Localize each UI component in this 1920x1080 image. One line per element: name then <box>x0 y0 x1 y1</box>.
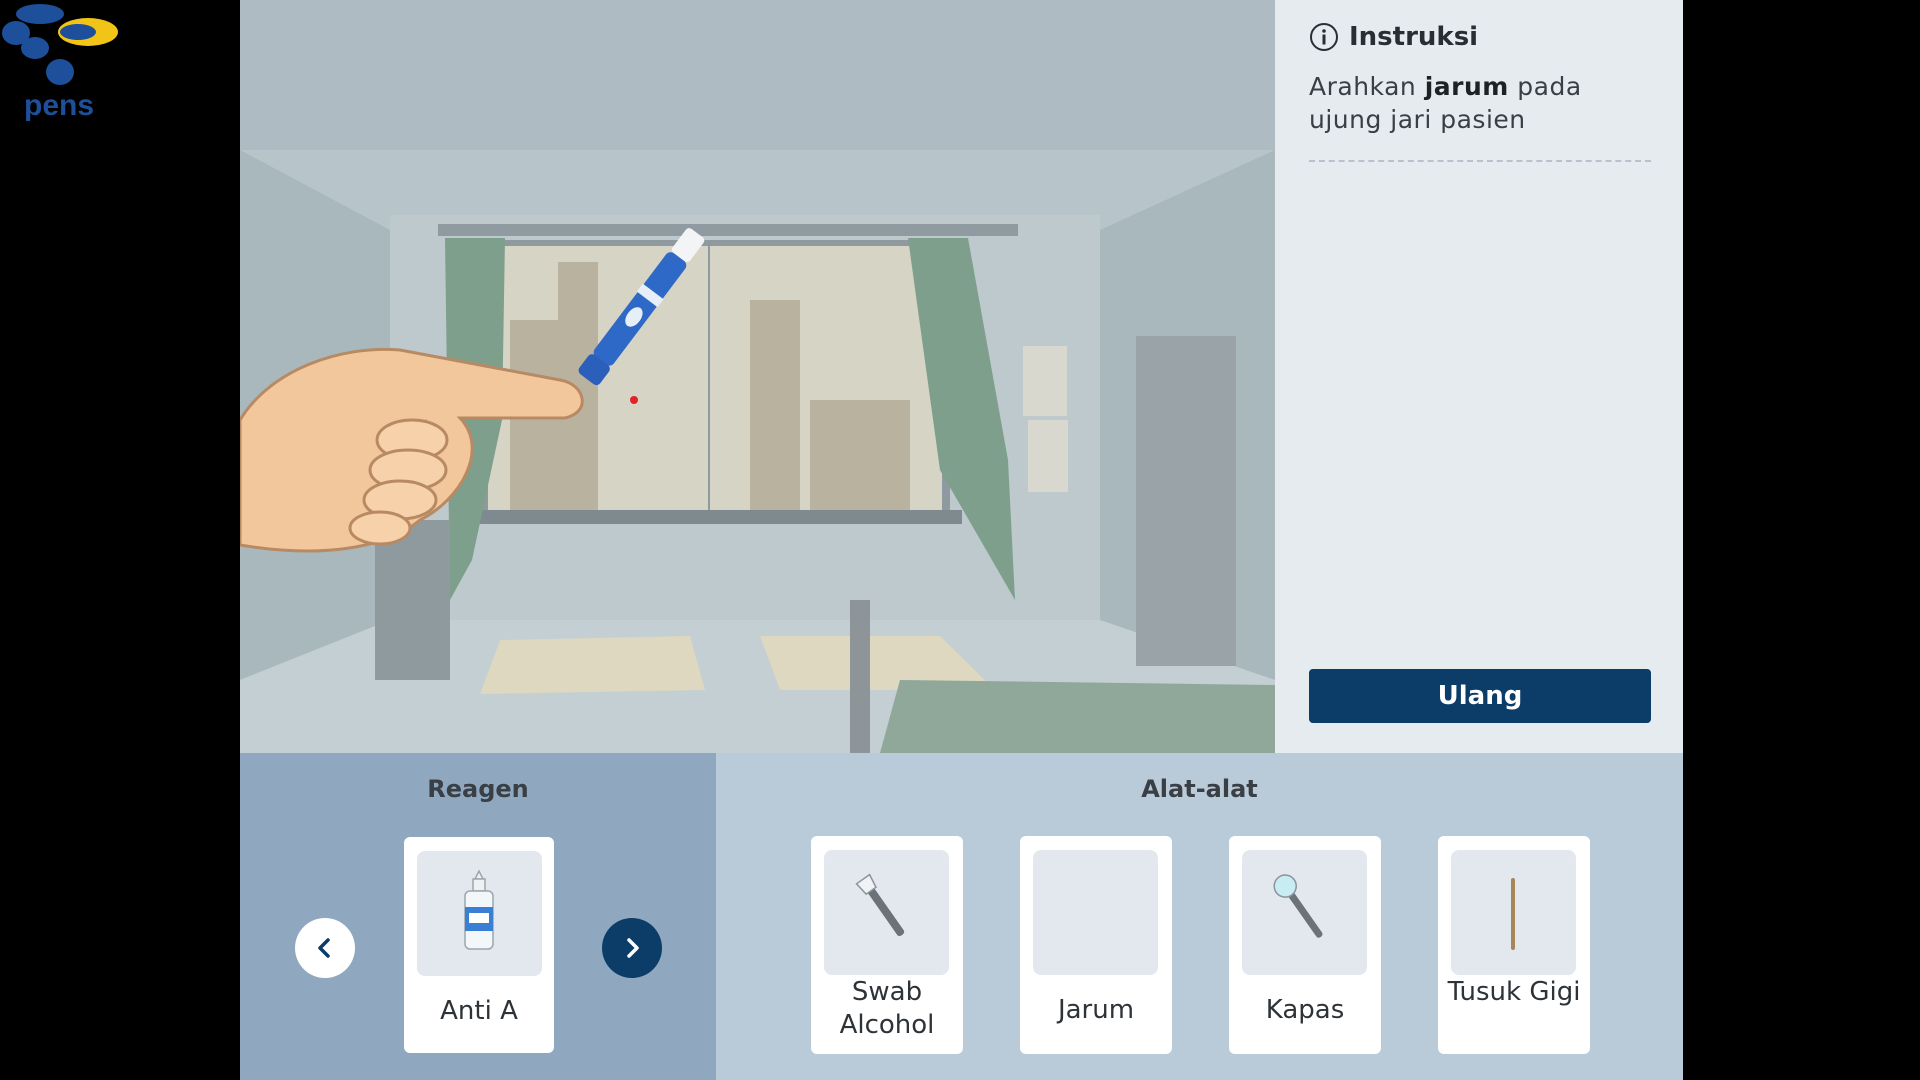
tool-card-jarum[interactable]: Jarum <box>1020 836 1172 1054</box>
reagent-title: Reagen <box>427 775 529 803</box>
reagent-panel: Reagen Anti A <box>240 753 716 1080</box>
tool-card-swab-alcohol[interactable]: Swab Alcohol <box>811 836 963 1054</box>
reagent-label: Anti A <box>440 996 518 1026</box>
swab-icon <box>855 873 905 937</box>
tools-title: Alat-alat <box>1141 775 1258 803</box>
tool-label: Tusuk Gigi <box>1447 977 1581 1007</box>
chevron-right-icon <box>627 938 639 958</box>
blood-drop-icon <box>630 396 638 404</box>
instruction-divider <box>1309 160 1651 162</box>
cotton-swab-icon <box>1273 874 1323 938</box>
info-icon <box>1310 23 1338 51</box>
chevron-left-icon <box>318 938 330 958</box>
toothpick-icon <box>1511 878 1515 950</box>
prev-button[interactable] <box>295 918 355 978</box>
pens-logo: pens <box>0 0 125 125</box>
next-button[interactable] <box>602 918 662 978</box>
reagent-bottle-icon <box>464 869 494 950</box>
svg-text:pens: pens <box>24 89 94 122</box>
tool-thumb <box>1033 850 1158 975</box>
tool-card-kapas[interactable]: Kapas <box>1229 836 1381 1054</box>
tool-label: Jarum <box>1057 995 1135 1025</box>
reagent-thumb <box>417 851 542 976</box>
tool-label: Kapas <box>1265 995 1345 1025</box>
instruction-title: Instruksi <box>1349 22 1479 52</box>
instruction-text: Arahkan jarum pada ujung jari pasien <box>1309 72 1582 134</box>
reset-button[interactable]: Ulang <box>1309 669 1651 723</box>
instruction-panel: Instruksi Arahkan jarum pada ujung jari … <box>1275 0 1683 753</box>
tool-label: Swab Alcohol <box>839 977 935 1040</box>
reagent-card-anti-a[interactable]: Anti A <box>404 837 554 1053</box>
tool-thumb <box>1451 850 1576 975</box>
tool-card-tusuk-gigi[interactable]: Tusuk Gigi <box>1438 836 1590 1054</box>
tool-thumb <box>1242 850 1367 975</box>
instruction-keyword: jarum <box>1424 72 1509 101</box>
instruction-header: Instruksi <box>1309 22 1478 52</box>
tool-thumb <box>824 850 949 975</box>
tools-panel: Alat-alat Swab Alcohol Jarum Kapas Tusuk… <box>716 753 1683 1080</box>
game-scene[interactable] <box>240 0 1275 753</box>
